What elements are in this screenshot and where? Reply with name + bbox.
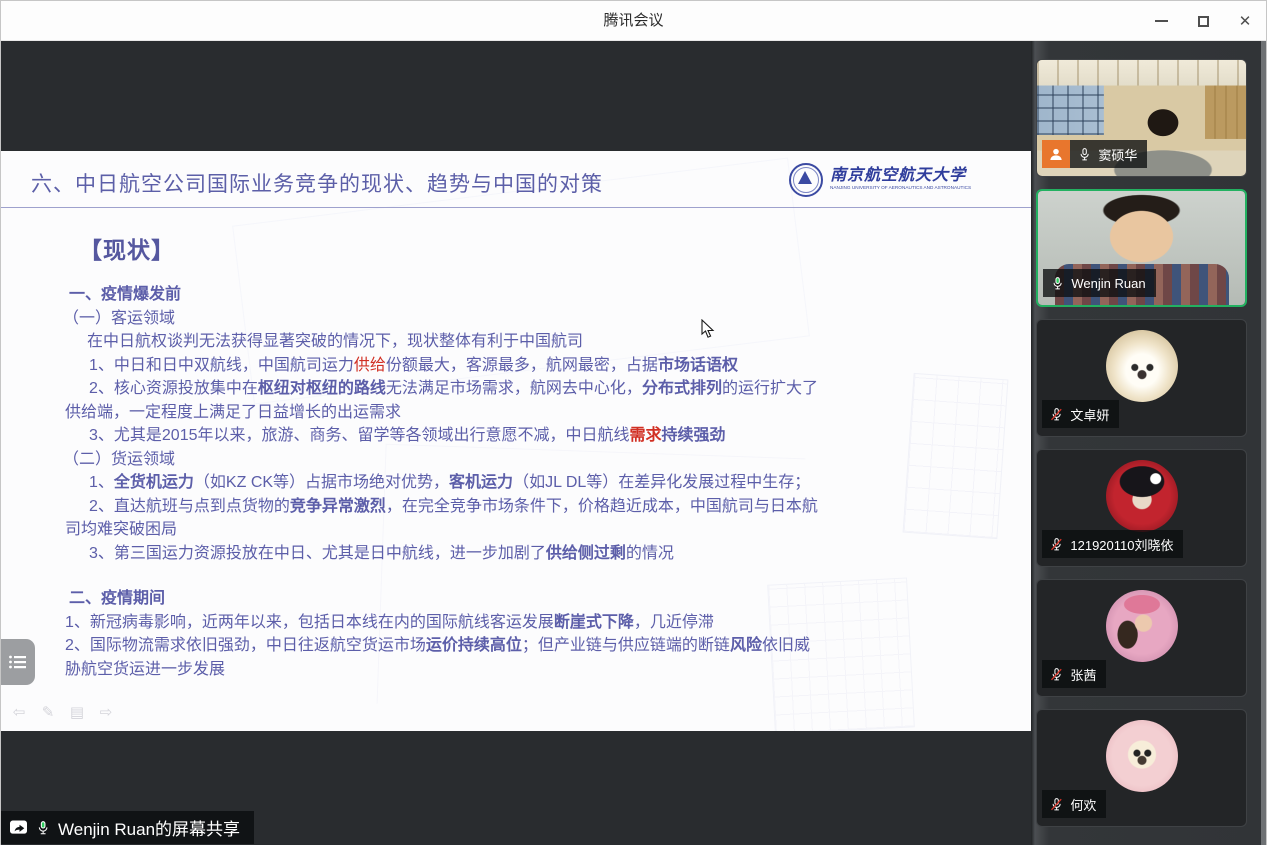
arrow-right-icon: ⇨ [98,703,114,721]
participant-badge-row: Wenjin Ruan [1043,269,1155,297]
pen-icon: ✎ [40,703,56,721]
presentation-slide: 六、中日航空公司国际业务竞争的现状、趋势与中国的对策 南京航空航天大学 NANJ… [1,151,1031,731]
app-title: 腾讯会议 [1,1,1266,41]
menu-icon: ▤ [69,703,85,721]
slide-text-line: 2、国际物流需求依旧强劲，中日往返航空货运市场运价持续高位；但产业链与供应链端的… [65,634,1018,658]
shared-screen-area: 六、中日航空公司国际业务竞争的现状、趋势与中国的对策 南京航空航天大学 NANJ… [1,41,1031,845]
participant-thumbnail[interactable]: 张茜 [1036,579,1247,697]
minimize-icon [1155,20,1168,22]
maximize-button[interactable] [1182,1,1224,41]
participants-list: 窦硕华 Wenjin Ruan [1036,59,1254,839]
participant-thumbnail[interactable]: 窦硕华 [1036,59,1247,177]
participant-name: Wenjin Ruan [1071,276,1145,291]
participant-name: 张茜 [1070,665,1096,684]
slide-text-line: 1、中日和日中双航线，中国航司运力供给份额最大，客源最多，航网最密，占据市场话语… [89,354,1018,378]
host-badge [1042,140,1070,168]
screen-share-banner-text: Wenjin Ruan的屏幕共享 [58,815,240,840]
annotation-toggle-button [1,639,35,685]
slide-text-line: 二、疫情期间 [69,587,1018,611]
participant-badge-row: 窦硕华 [1042,140,1147,168]
participants-scrollbar[interactable] [1261,41,1266,845]
slide-text-line: 胁航空货运进一步发展 [65,658,1018,682]
host-person-icon [1048,146,1064,162]
slide-text-line: 1、全货机运力（如KZ CK等）占据市场绝对优势，客机运力（如JL DL等）在差… [89,471,1018,495]
slide-text-line: 在中日航权谈判无法获得显著突破的情况下，现状整体有利于中国航司 [87,330,1018,354]
slide-text-line: 2、核心资源投放集中在枢纽对枢纽的路线无法满足市场需求，航网去中心化，分布式排列… [89,377,1018,401]
slide-body-text: 一、疫情爆发前（一）客运领域在中日航权谈判无法获得显著突破的情况下，现状整体有利… [63,283,1018,681]
slide-text-line: 1、新冠病毒影响，近两年以来，包括日本线在内的国际航线客运发展断崖式下降，几近停… [65,611,1018,635]
slide-nav-toolbar: ⇦ ✎ ▤ ⇨ [11,703,114,721]
slide-text-line: （二）货运领域 [63,448,1018,472]
slide-text-line: （一）客运领域 [63,307,1018,331]
slide-text-line: 司均难突破困局 [65,518,1018,542]
participant-name: 窦硕华 [1098,145,1137,164]
microphone-icon [1049,407,1064,422]
participant-thumbnail[interactable]: 文卓妍 [1036,319,1247,437]
microphone-icon [1049,797,1064,812]
title-bar: 腾讯会议 ✕ [1,1,1266,41]
microphone-icon [1049,537,1064,552]
microphone-icon [1049,667,1064,682]
microphone-active-icon [35,820,51,836]
university-seal-icon [789,163,823,197]
participant-thumbnail[interactable]: Wenjin Ruan [1036,189,1247,307]
participant-thumbnail[interactable]: 121920110刘晓依 [1036,449,1247,567]
slide-text-line: 2、直达航班与点到点货物的竞争异常激烈，在完全竞争市场条件下，价格趋近成本，中国… [89,495,1018,519]
slide-text-line: 一、疫情爆发前 [69,283,1018,307]
participant-name: 121920110刘晓依 [1070,535,1173,554]
participant-name-badge: 何欢 [1042,790,1106,818]
slide-text-line: 供给端，一定程度上满足了日益增长的出运需求 [65,401,1018,425]
participant-badge-row: 文卓妍 [1042,400,1119,428]
participant-name-badge: 张茜 [1042,660,1106,688]
slide-title-divider [1,207,1031,208]
close-button[interactable]: ✕ [1224,1,1266,41]
arrow-left-icon: ⇦ [11,703,27,721]
slide-text-line: 3、尤其是2015年以来，旅游、商务、留学等各领域出行意愿不减，中日航线需求持续… [89,424,1018,448]
close-icon: ✕ [1239,14,1252,29]
participant-name-badge: 文卓妍 [1042,400,1119,428]
participant-name-badge: Wenjin Ruan [1043,269,1155,297]
participant-name: 何欢 [1070,795,1096,814]
slide-section-heading: 【现状】 [79,231,175,265]
microphone-icon [1050,276,1065,291]
screen-share-icon [9,819,28,836]
participant-thumbnail[interactable]: 何欢 [1036,709,1247,827]
participant-name-badge: 窦硕华 [1070,140,1147,168]
participant-badge-row: 何欢 [1042,790,1106,818]
participant-name: 文卓妍 [1070,405,1109,424]
minimize-button[interactable] [1140,1,1182,41]
screen-share-banner: Wenjin Ruan的屏幕共享 [1,811,254,844]
slide-title: 六、中日航空公司国际业务竞争的现状、趋势与中国的对策 [31,168,603,198]
participants-panel: 窦硕华 Wenjin Ruan [1031,41,1266,845]
participant-name-badge: 121920110刘晓依 [1042,530,1183,558]
participant-badge-row: 121920110刘晓依 [1042,530,1183,558]
university-name: 南京航空航天大学 [830,168,1011,184]
university-logo: 南京航空航天大学 NANJING UNIVERSITY OF AERONAUTI… [789,163,1011,197]
maximize-icon [1198,16,1209,27]
window-controls: ✕ [1140,1,1266,41]
list-icon [8,653,28,671]
slide-text-line: 3、第三国运力资源投放在中日、尤其是日中航线，进一步加剧了供给侧过剩的情况 [89,542,1018,566]
app-window: 腾讯会议 ✕ 六、中日航空公司国际业务竞争的现状、趋势与中国的对策 南京航空航天… [0,0,1267,845]
participant-badge-row: 张茜 [1042,660,1106,688]
university-subtext: NANJING UNIVERSITY OF AERONAUTICS AND AS… [830,186,971,191]
microphone-icon [1077,147,1092,162]
